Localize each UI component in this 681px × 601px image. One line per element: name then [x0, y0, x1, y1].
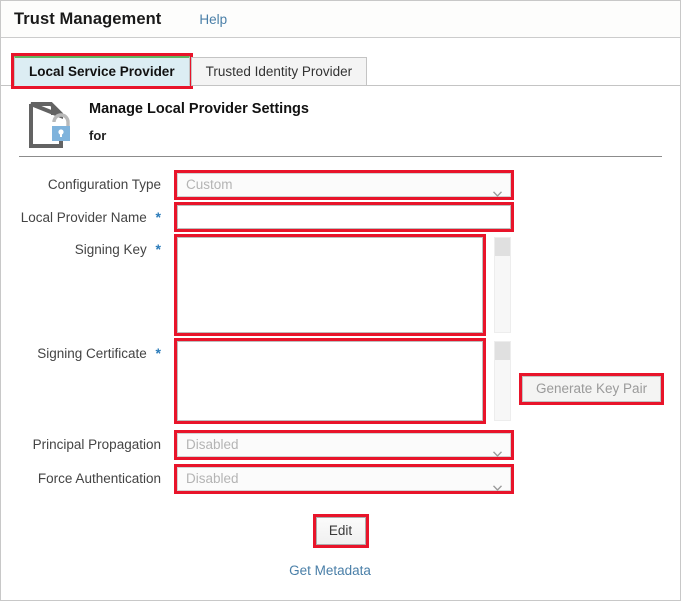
field-force-authentication: Disabled	[174, 464, 514, 494]
label-signing-key-text: Signing Key	[74, 242, 147, 257]
principal-propagation-value: Disabled	[186, 437, 239, 452]
force-authentication-value: Disabled	[186, 471, 239, 486]
generate-key-pair-button[interactable]: Generate Key Pair	[518, 373, 665, 405]
get-metadata-link[interactable]: Get Metadata	[0, 563, 680, 578]
chevron-down-icon	[492, 182, 503, 198]
required-marker: *	[155, 241, 161, 257]
force-authentication-select[interactable]: Disabled	[174, 464, 514, 494]
tab-bar: Local Service Provider Trusted Identity …	[1, 38, 680, 89]
chevron-down-icon	[492, 476, 503, 492]
signing-certificate-textarea[interactable]	[174, 338, 486, 424]
signing-key-textarea[interactable]	[174, 234, 486, 336]
edit-button-wrapper: Edit	[312, 514, 369, 548]
label-signing-certificate-text: Signing Certificate	[37, 346, 147, 361]
field-configuration-type: Custom	[174, 170, 514, 200]
row-signing-key: Signing Key *	[1, 234, 680, 336]
field-principal-propagation: Disabled	[174, 430, 514, 460]
label-signing-key: Signing Key *	[1, 237, 161, 257]
local-provider-name-input[interactable]	[174, 202, 514, 232]
label-local-provider-name: Local Provider Name *	[1, 205, 161, 225]
trust-management-window: Trust Management Help Local Service Prov…	[0, 0, 681, 601]
configuration-type-value: Custom	[186, 177, 233, 192]
settings-panel: Manage Local Provider Settings for Confi…	[1, 86, 680, 578]
help-link[interactable]: Help	[199, 12, 227, 27]
footer-actions: Edit Get Metadata	[0, 514, 680, 578]
signing-key-scrollbar-thumb[interactable]	[495, 238, 510, 256]
settings-title: Manage Local Provider Settings	[89, 101, 309, 117]
row-principal-propagation: Principal Propagation Disabled	[1, 430, 680, 460]
label-configuration-type-text: Configuration Type	[47, 177, 161, 192]
local-provider-form: Configuration Type Custom Local Provider…	[1, 157, 680, 578]
row-local-provider-name: Local Provider Name *	[1, 202, 680, 232]
generate-key-pair-wrapper: Generate Key Pair	[518, 373, 665, 405]
label-force-authentication-text: Force Authentication	[37, 471, 161, 486]
field-signing-key	[174, 234, 511, 336]
row-configuration-type: Configuration Type Custom	[1, 170, 680, 200]
signing-key-scrollbar[interactable]	[494, 237, 511, 333]
field-local-provider-name	[174, 202, 514, 232]
page-header: Trust Management Help	[1, 1, 680, 38]
edit-button[interactable]: Edit	[312, 514, 369, 548]
required-marker: *	[155, 209, 161, 225]
label-principal-propagation: Principal Propagation	[1, 433, 161, 452]
label-configuration-type: Configuration Type	[1, 173, 161, 192]
document-lock-icon	[27, 100, 73, 150]
label-principal-propagation-text: Principal Propagation	[32, 437, 161, 452]
required-marker: *	[155, 345, 161, 361]
principal-propagation-select[interactable]: Disabled	[174, 430, 514, 460]
tab-local-service-provider[interactable]: Local Service Provider	[11, 53, 193, 89]
label-force-authentication: Force Authentication	[1, 467, 161, 486]
signing-certificate-scrollbar-thumb[interactable]	[495, 342, 510, 360]
signing-certificate-scrollbar[interactable]	[494, 341, 511, 421]
configuration-type-select[interactable]: Custom	[174, 170, 514, 200]
page-title: Trust Management	[14, 9, 162, 28]
settings-subtitle: for	[89, 128, 107, 143]
settings-header: Manage Local Provider Settings for	[1, 86, 680, 148]
row-force-authentication: Force Authentication Disabled	[1, 464, 680, 494]
tab-trusted-identity-provider[interactable]: Trusted Identity Provider	[190, 57, 368, 86]
field-signing-certificate	[174, 338, 511, 424]
chevron-down-icon	[492, 442, 503, 458]
label-local-provider-name-text: Local Provider Name	[20, 210, 147, 225]
label-signing-certificate: Signing Certificate *	[1, 341, 161, 361]
settings-header-text: Manage Local Provider Settings for	[89, 100, 309, 143]
